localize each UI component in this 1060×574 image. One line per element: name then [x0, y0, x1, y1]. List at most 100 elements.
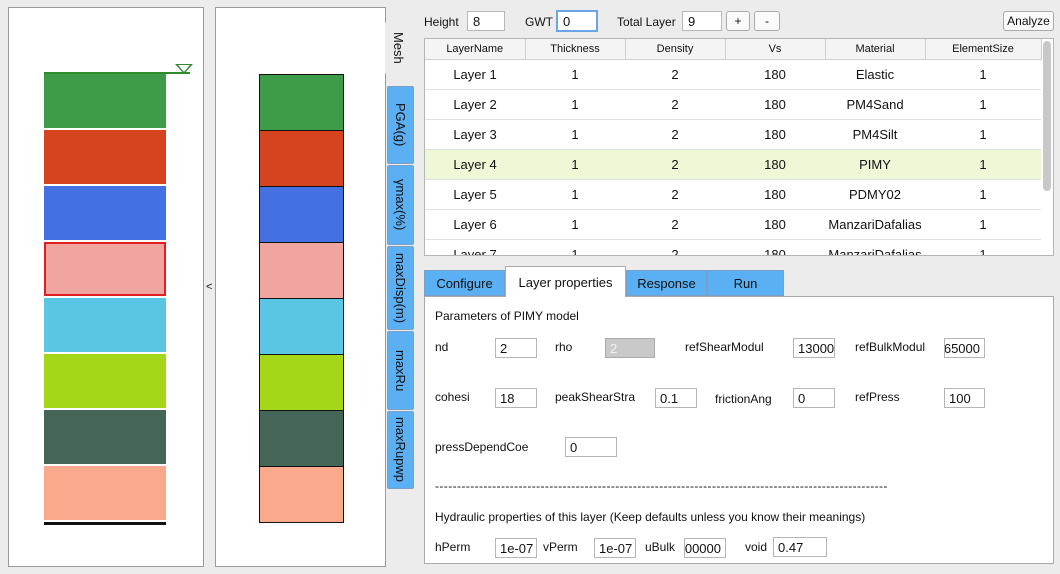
header-material[interactable]: Material: [825, 39, 926, 60]
cell-elementsize[interactable]: 1: [925, 239, 1041, 255]
total-layer-input[interactable]: 9: [682, 11, 722, 31]
collapse-arrow[interactable]: <: [206, 281, 212, 293]
hydraulic-input-ubulk[interactable]: 2200000: [684, 538, 726, 558]
header-thickness[interactable]: Thickness: [525, 39, 626, 60]
cell-density[interactable]: 2: [625, 89, 725, 120]
mesh-layer-1: [259, 74, 344, 131]
profile-layer-3[interactable]: [44, 186, 166, 240]
cell-thickness[interactable]: 1: [525, 209, 625, 240]
cell-thickness[interactable]: 1: [525, 179, 625, 210]
tab-response[interactable]: Response: [626, 270, 707, 296]
profile-layer-2[interactable]: [44, 130, 166, 184]
vtab-max-disp[interactable]: maxDisp(m): [387, 246, 414, 330]
cell-vs[interactable]: 180: [725, 209, 825, 240]
cell-layername[interactable]: Layer 1: [425, 59, 525, 90]
param-input-frictionang[interactable]: 0: [793, 388, 835, 408]
add-layer-button[interactable]: +: [726, 11, 750, 31]
param-input-pressdependcoe[interactable]: 0: [565, 437, 617, 457]
table-scrollbar[interactable]: [1043, 41, 1051, 253]
analyze-button[interactable]: Analyze: [1003, 11, 1054, 31]
cell-material[interactable]: PIMY: [825, 149, 925, 180]
cell-material[interactable]: ManzariDafalias: [825, 239, 925, 255]
cell-material[interactable]: Elastic: [825, 59, 925, 90]
table-row[interactable]: Layer 1 1 2 180 Elastic 1: [425, 59, 1041, 90]
param-input-cohesi[interactable]: 18: [495, 388, 537, 408]
table-row[interactable]: Layer 5 1 2 180 PDMY02 1: [425, 179, 1041, 210]
cell-density[interactable]: 2: [625, 59, 725, 90]
hydraulic-input-vperm[interactable]: 1e-07: [594, 538, 636, 558]
soil-profile-panel[interactable]: [8, 7, 204, 567]
profile-layer-4[interactable]: [44, 242, 166, 296]
param-input-refpress[interactable]: 100: [944, 388, 985, 408]
cell-layername[interactable]: Layer 3: [425, 119, 525, 150]
cell-vs[interactable]: 180: [725, 59, 825, 90]
cell-thickness[interactable]: 1: [525, 239, 625, 255]
param-label-pressdependcoe: pressDependCoe: [435, 440, 529, 454]
profile-layer-1[interactable]: [44, 74, 166, 128]
cell-layername[interactable]: Layer 6: [425, 209, 525, 240]
cell-vs[interactable]: 180: [725, 239, 825, 255]
cell-elementsize[interactable]: 1: [925, 89, 1041, 120]
cell-elementsize[interactable]: 1: [925, 59, 1041, 90]
cell-density[interactable]: 2: [625, 119, 725, 150]
cell-material[interactable]: PDMY02: [825, 179, 925, 210]
cell-elementsize[interactable]: 1: [925, 149, 1041, 180]
vtab-gamma-max[interactable]: γmax(%): [387, 165, 414, 245]
cell-layername[interactable]: Layer 4: [425, 149, 525, 180]
cell-material[interactable]: PM4Silt: [825, 119, 925, 150]
gwt-input[interactable]: 0: [556, 10, 598, 32]
table-row[interactable]: Layer 6 1 2 180 ManzariDafalias 1: [425, 209, 1041, 240]
cell-thickness[interactable]: 1: [525, 149, 625, 180]
tab-run[interactable]: Run: [707, 270, 784, 296]
vtab-pga[interactable]: PGA(g): [387, 86, 414, 164]
cell-thickness[interactable]: 1: [525, 59, 625, 90]
layer-table[interactable]: LayerName Thickness Density Vs Material …: [424, 38, 1054, 256]
profile-layer-6[interactable]: [44, 354, 166, 408]
cell-density[interactable]: 2: [625, 209, 725, 240]
tab-layer-properties[interactable]: Layer properties: [505, 266, 626, 297]
param-input-peakshearstra[interactable]: 0.1: [655, 388, 697, 408]
param-input-refbulkmodul[interactable]: 65000: [944, 338, 985, 358]
table-scroll-thumb[interactable]: [1043, 41, 1051, 191]
vtab-max-rupwp[interactable]: maxRupwp: [387, 411, 414, 489]
cell-layername[interactable]: Layer 5: [425, 179, 525, 210]
vtab-max-ru[interactable]: maxRu: [387, 331, 414, 410]
height-input[interactable]: 8: [467, 11, 505, 31]
profile-layer-7[interactable]: [44, 410, 166, 464]
cell-density[interactable]: 2: [625, 149, 725, 180]
cell-density[interactable]: 2: [625, 179, 725, 210]
cell-material[interactable]: ManzariDafalias: [825, 209, 925, 240]
table-row[interactable]: Layer 3 1 2 180 PM4Silt 1: [425, 119, 1041, 150]
remove-layer-button[interactable]: -: [754, 11, 780, 31]
mesh-layer-4: [259, 242, 344, 299]
header-elementsize[interactable]: ElementSize: [925, 39, 1042, 60]
table-row[interactable]: Layer 7 1 2 180 ManzariDafalias 1: [425, 239, 1041, 255]
cell-vs[interactable]: 180: [725, 89, 825, 120]
hydraulic-input-void[interactable]: 0.47: [773, 537, 827, 557]
cell-vs[interactable]: 180: [725, 119, 825, 150]
table-row[interactable]: Layer 2 1 2 180 PM4Sand 1: [425, 89, 1041, 120]
param-input-nd[interactable]: 2: [495, 338, 537, 358]
header-density[interactable]: Density: [625, 39, 726, 60]
profile-layer-5[interactable]: [44, 298, 166, 352]
cell-elementsize[interactable]: 1: [925, 179, 1041, 210]
profile-layer-8[interactable]: [44, 466, 166, 520]
tab-configure[interactable]: Configure: [424, 270, 505, 296]
cell-layername[interactable]: Layer 7: [425, 239, 525, 255]
cell-thickness[interactable]: 1: [525, 119, 625, 150]
cell-thickness[interactable]: 1: [525, 89, 625, 120]
hydraulic-input-hperm[interactable]: 1e-07: [495, 538, 537, 558]
param-input-refshearmodul[interactable]: 13000: [793, 338, 835, 358]
header-vs[interactable]: Vs: [725, 39, 826, 60]
vtab-mesh[interactable]: Mesh: [385, 22, 412, 74]
cell-vs[interactable]: 180: [725, 149, 825, 180]
cell-density[interactable]: 2: [625, 239, 725, 255]
cell-layername[interactable]: Layer 2: [425, 89, 525, 120]
cell-elementsize[interactable]: 1: [925, 119, 1041, 150]
table-row[interactable]: Layer 4 1 2 180 PIMY 1: [425, 149, 1041, 180]
header-layername[interactable]: LayerName: [425, 39, 526, 60]
layer-properties-panel: Parameters of PIMY model nd 2 rho 2 refS…: [424, 296, 1054, 564]
cell-vs[interactable]: 180: [725, 179, 825, 210]
cell-elementsize[interactable]: 1: [925, 209, 1041, 240]
cell-material[interactable]: PM4Sand: [825, 89, 925, 120]
